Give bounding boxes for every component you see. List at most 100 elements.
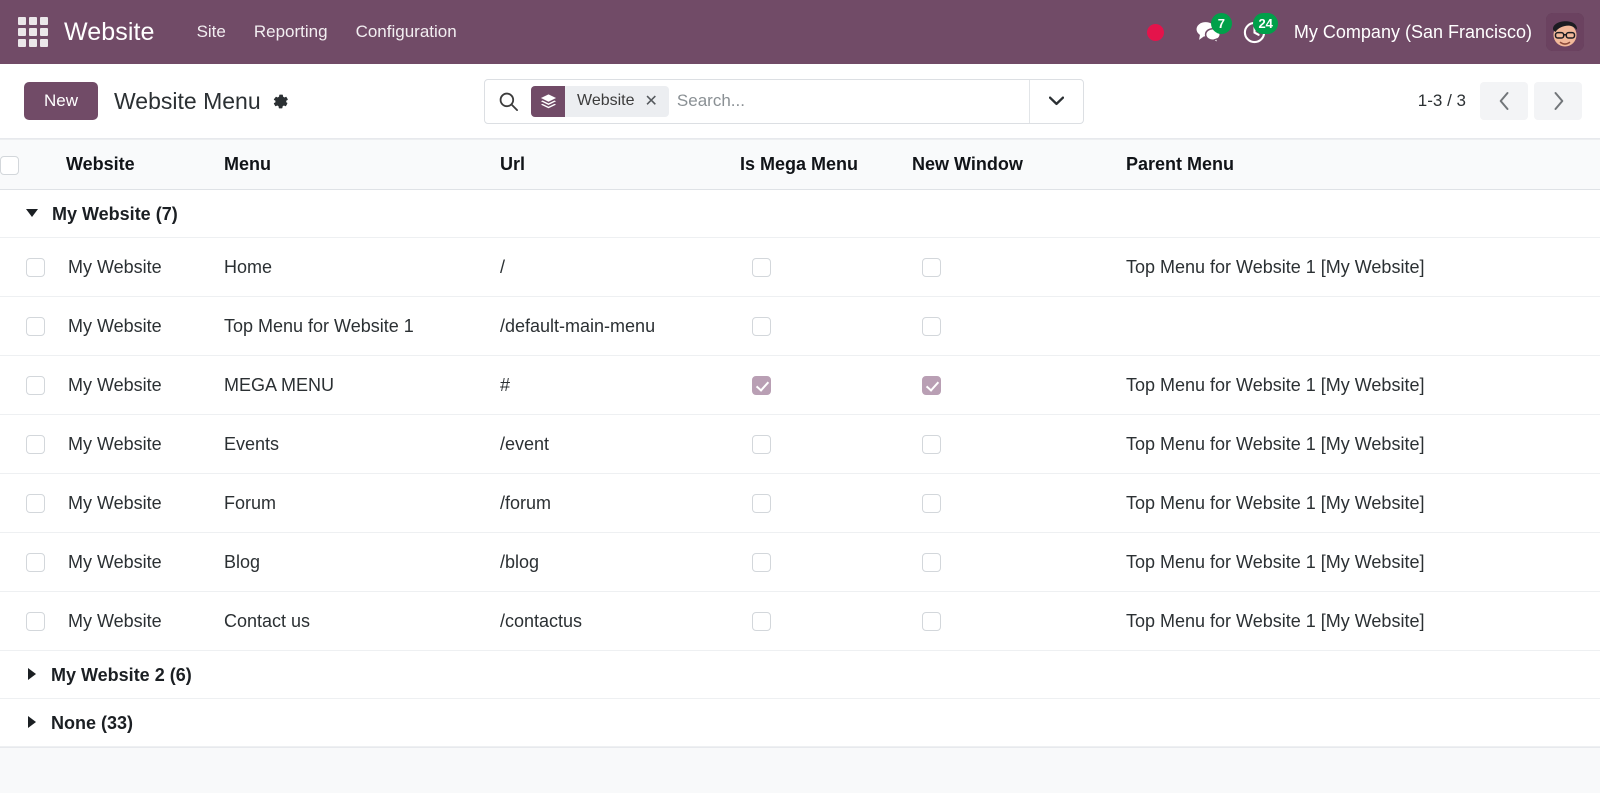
cell-website: My Website: [66, 297, 224, 356]
new-window-checkbox[interactable]: [922, 494, 941, 513]
cell-website: My Website: [66, 474, 224, 533]
record-dot-icon[interactable]: [1147, 24, 1164, 41]
row-select-cell: [0, 297, 66, 356]
table-row[interactable]: My Website Events /event Top Menu for We…: [0, 415, 1600, 474]
row-select-cell: [0, 238, 66, 297]
cell-parent-menu: [1126, 297, 1600, 356]
new-window-checkbox[interactable]: [922, 258, 941, 277]
cell-is-mega-menu: [740, 592, 912, 651]
navbar-menu-configuration[interactable]: Configuration: [342, 16, 471, 48]
records-table: Website Menu Url Is Mega Menu New Window…: [0, 139, 1600, 747]
select-all-header: [0, 140, 66, 190]
group-header-cell[interactable]: None (33): [0, 699, 1600, 747]
cell-website: My Website: [66, 238, 224, 297]
is-mega-menu-checkbox[interactable]: [752, 317, 771, 336]
table-row[interactable]: My Website Forum /forum Top Menu for Web…: [0, 474, 1600, 533]
chevron-left-icon: [1498, 91, 1511, 111]
chevron-right-icon: [1552, 91, 1565, 111]
cell-menu: Home: [224, 238, 500, 297]
search-bar: Website ✕: [484, 79, 1084, 124]
cell-url: /blog: [500, 533, 740, 592]
gear-icon[interactable]: [271, 92, 290, 111]
cell-url: /event: [500, 415, 740, 474]
table-row[interactable]: My Website Home / Top Menu for Website 1…: [0, 238, 1600, 297]
column-header-website[interactable]: Website: [66, 140, 224, 190]
cell-parent-menu: Top Menu for Website 1 [My Website]: [1126, 238, 1600, 297]
cell-website: My Website: [66, 592, 224, 651]
new-window-checkbox[interactable]: [922, 553, 941, 572]
search-facet-website[interactable]: Website ✕: [531, 86, 669, 117]
new-window-checkbox[interactable]: [922, 612, 941, 631]
company-switcher[interactable]: My Company (San Francisco): [1294, 22, 1532, 43]
row-checkbox[interactable]: [26, 494, 45, 513]
pager-next-button[interactable]: [1534, 82, 1582, 120]
group-header-none[interactable]: None (33): [0, 699, 1600, 747]
row-checkbox[interactable]: [26, 258, 45, 277]
is-mega-menu-checkbox[interactable]: [752, 376, 771, 395]
new-window-checkbox[interactable]: [922, 435, 941, 454]
is-mega-menu-checkbox[interactable]: [752, 435, 771, 454]
is-mega-menu-checkbox[interactable]: [752, 612, 771, 631]
column-header-menu[interactable]: Menu: [224, 140, 500, 190]
table-row[interactable]: My Website Top Menu for Website 1 /defau…: [0, 297, 1600, 356]
navbar-menu-reporting[interactable]: Reporting: [240, 16, 342, 48]
column-header-is-mega-menu[interactable]: Is Mega Menu: [740, 140, 912, 190]
row-checkbox[interactable]: [26, 317, 45, 336]
layers-icon: [531, 86, 565, 117]
row-checkbox[interactable]: [26, 553, 45, 572]
table-row[interactable]: My Website Blog /blog Top Menu for Websi…: [0, 533, 1600, 592]
caret-right-icon: [28, 716, 36, 728]
cell-parent-menu: Top Menu for Website 1 [My Website]: [1126, 592, 1600, 651]
cell-parent-menu: Top Menu for Website 1 [My Website]: [1126, 415, 1600, 474]
row-checkbox[interactable]: [26, 435, 45, 454]
row-checkbox[interactable]: [26, 376, 45, 395]
new-button[interactable]: New: [24, 82, 98, 120]
pager-previous-button[interactable]: [1480, 82, 1528, 120]
select-all-checkbox[interactable]: [0, 156, 19, 175]
is-mega-menu-checkbox[interactable]: [752, 258, 771, 277]
avatar-image: [1546, 13, 1584, 51]
cell-menu: Events: [224, 415, 500, 474]
new-window-checkbox[interactable]: [922, 317, 941, 336]
app-brand-website[interactable]: Website: [64, 18, 155, 47]
cell-parent-menu: Top Menu for Website 1 [My Website]: [1126, 533, 1600, 592]
search-input[interactable]: [677, 80, 1029, 123]
facet-label: Website: [565, 92, 643, 110]
group-header-my-website[interactable]: My Website (7): [0, 190, 1600, 238]
navbar-menu-site[interactable]: Site: [183, 16, 240, 48]
list-view: Website Menu Url Is Mega Menu New Window…: [0, 139, 1600, 805]
column-header-new-window[interactable]: New Window: [912, 140, 1126, 190]
cell-is-mega-menu: [740, 356, 912, 415]
group-header-cell[interactable]: My Website (7): [0, 190, 1600, 238]
cell-url: /forum: [500, 474, 740, 533]
apps-grid-icon[interactable]: [18, 17, 48, 47]
is-mega-menu-checkbox[interactable]: [752, 494, 771, 513]
row-select-cell: [0, 474, 66, 533]
search-dropdown-toggle[interactable]: [1029, 80, 1083, 123]
new-window-checkbox[interactable]: [922, 376, 941, 395]
cell-new-window: [912, 297, 1126, 356]
cell-is-mega-menu: [740, 533, 912, 592]
row-checkbox[interactable]: [26, 612, 45, 631]
cell-url: /contactus: [500, 592, 740, 651]
activities-button[interactable]: 24: [1232, 12, 1278, 52]
table-row[interactable]: My Website MEGA MENU # Top Menu for Webs…: [0, 356, 1600, 415]
cell-is-mega-menu: [740, 415, 912, 474]
cell-menu: Forum: [224, 474, 500, 533]
gear-glyph: [271, 92, 290, 111]
search-icon[interactable]: [485, 80, 531, 123]
search-glyph: [498, 91, 519, 112]
table-row[interactable]: My Website Contact us /contactus Top Men…: [0, 592, 1600, 651]
column-header-url[interactable]: Url: [500, 140, 740, 190]
group-label: None (33): [51, 712, 133, 732]
cell-new-window: [912, 474, 1126, 533]
column-header-parent-menu[interactable]: Parent Menu: [1126, 140, 1600, 190]
is-mega-menu-checkbox[interactable]: [752, 553, 771, 572]
user-avatar[interactable]: [1546, 13, 1584, 51]
group-header-my-website-2[interactable]: My Website 2 (6): [0, 651, 1600, 699]
layers-glyph: [540, 93, 557, 110]
cell-new-window: [912, 356, 1126, 415]
messages-button[interactable]: 7: [1186, 12, 1232, 52]
group-header-cell[interactable]: My Website 2 (6): [0, 651, 1600, 699]
facet-remove-icon[interactable]: ✕: [643, 91, 669, 111]
